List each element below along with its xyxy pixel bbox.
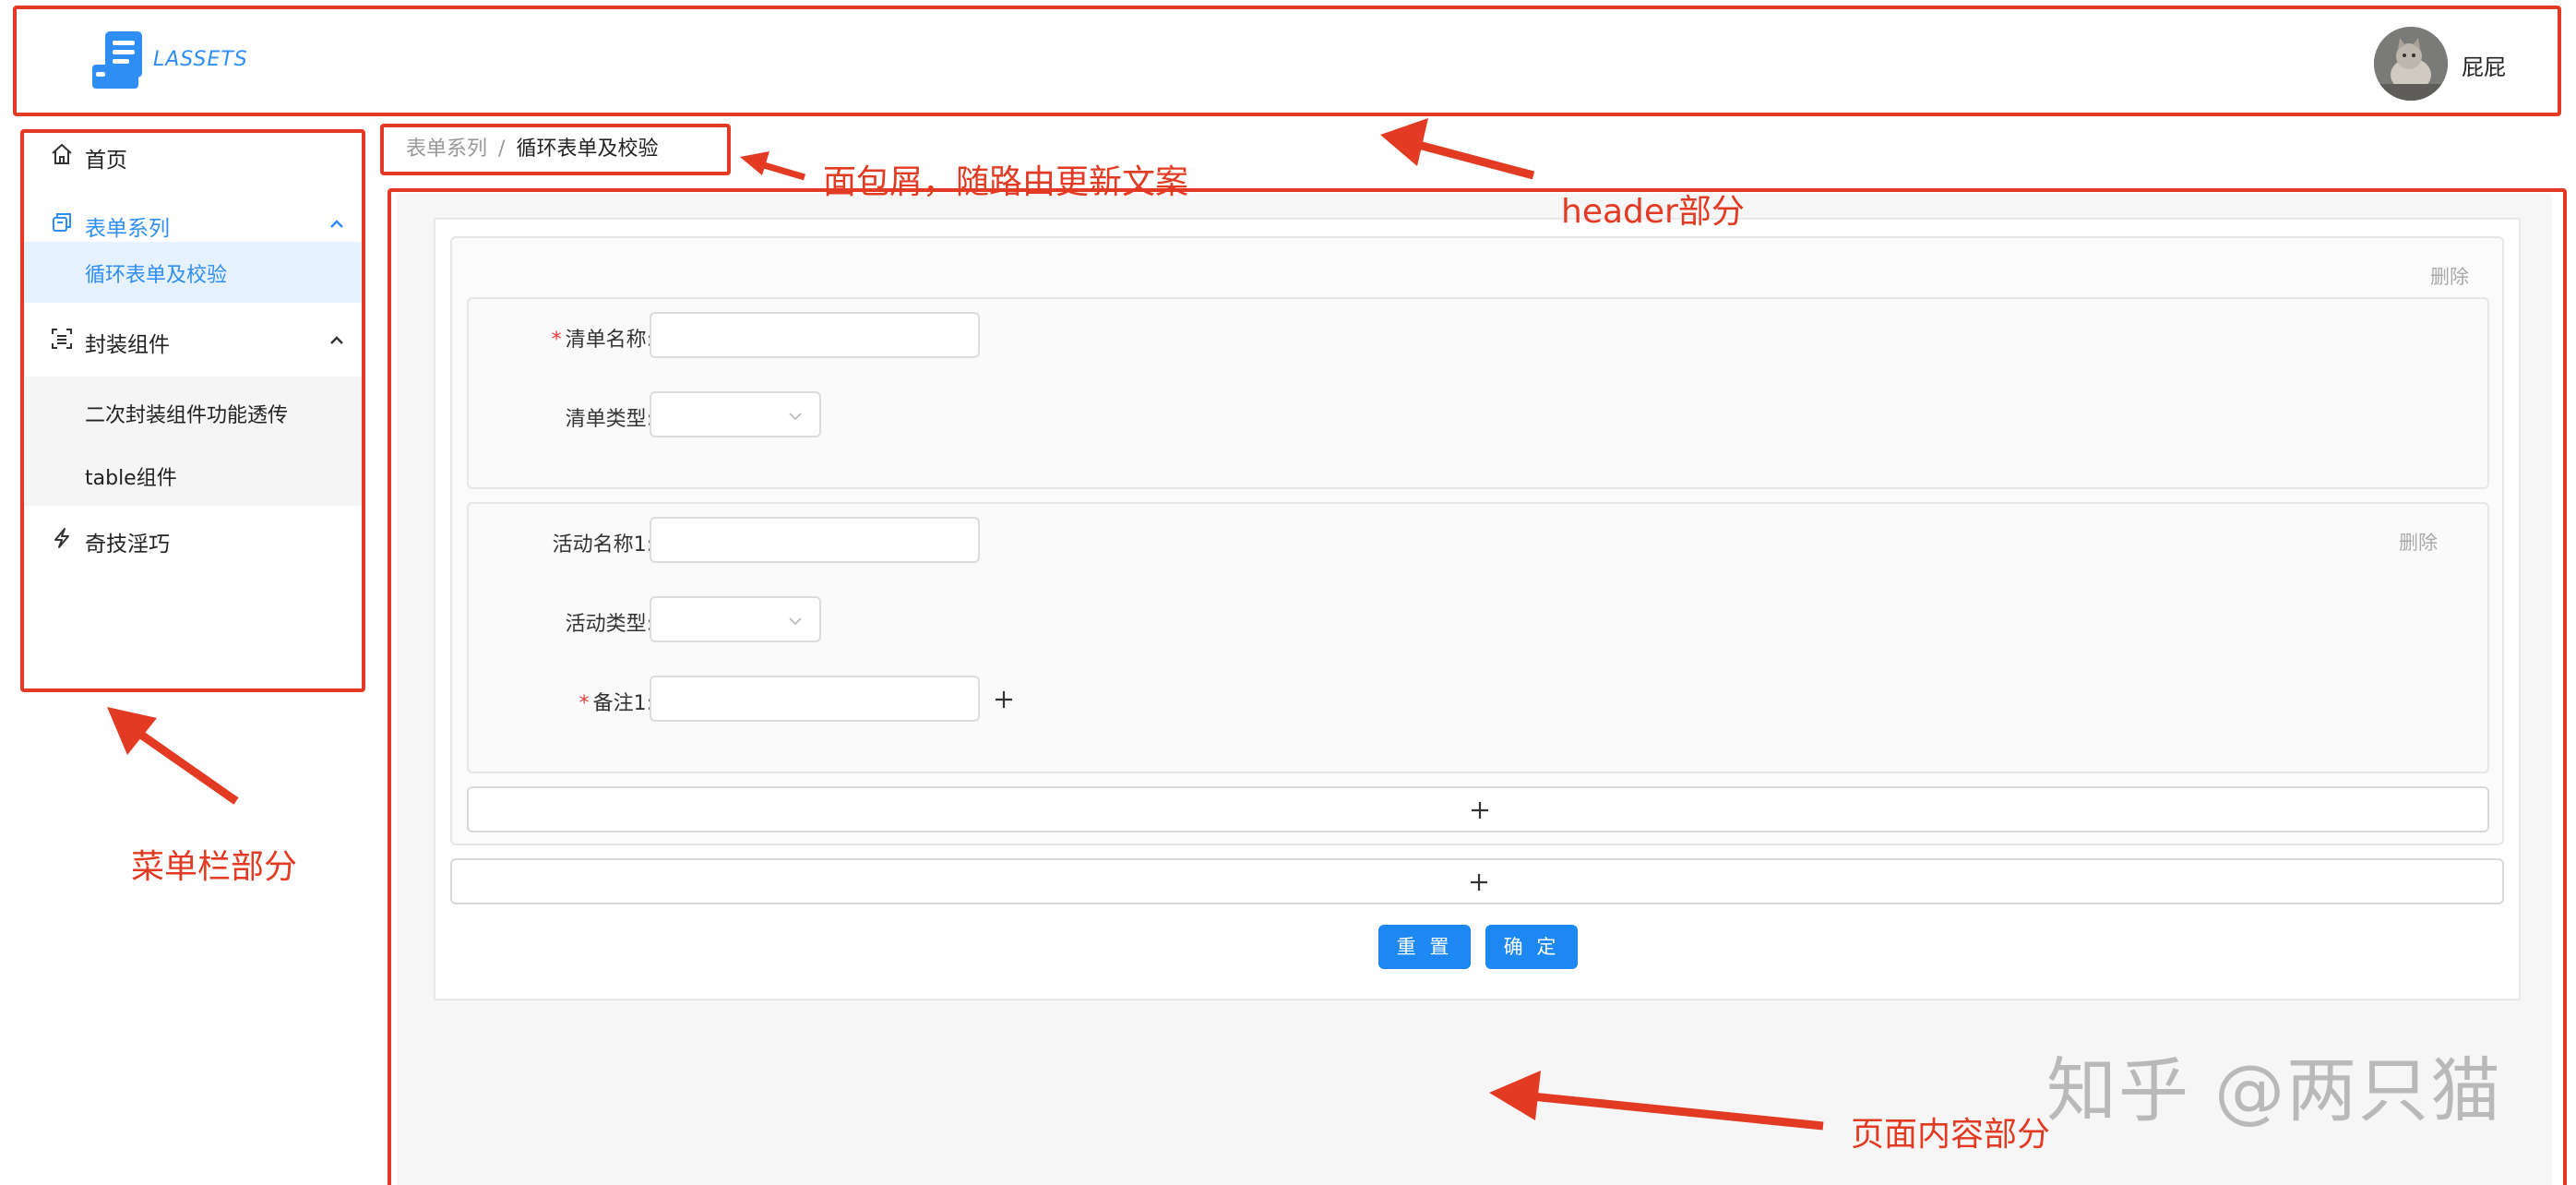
annotation-content-note: 页面内容部分 [1851, 1116, 2051, 1154]
annotation-menu-note: 菜单栏部分 [131, 848, 298, 886]
annotation-header-note: header部分 [1561, 193, 1745, 231]
annotation-breadcrumb-note: 面包屑，随路由更新文案 [823, 163, 1189, 201]
annotation-arrows [107, 118, 1824, 1131]
zhihu-watermark: 知乎 @两只猫 [2046, 1049, 2503, 1131]
